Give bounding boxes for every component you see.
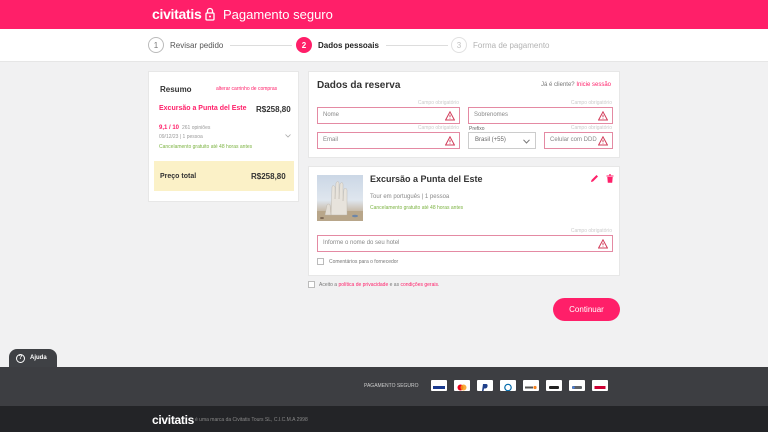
tour-card: Excursão a Punta del Este Tour em portug… <box>308 166 620 276</box>
total-value: R$258,80 <box>251 172 286 181</box>
step-number: 2 <box>296 37 312 53</box>
prefix-value: Brasil (+55) <box>475 137 506 143</box>
required-hint: Campo obrigatório <box>570 100 612 106</box>
step-personal-data: 2 Dados pessoais <box>296 37 379 53</box>
help-button[interactable]: ? Ajuda <box>9 349 57 367</box>
already-client-text: Já é cliente? <box>540 82 575 88</box>
surname-field[interactable]: Campo obrigatório Sobrenomes <box>468 100 613 124</box>
footer-legal-text: é uma marca da Civitatis Tours SL, C.I.C… <box>195 417 308 423</box>
step-review[interactable]: 1 Revisar pedido <box>148 37 223 53</box>
payment-footer: PAGAMENTO SEGURO <box>0 367 768 406</box>
login-prompt: Já é cliente? Inicie sessão <box>541 82 611 88</box>
step-connector <box>230 45 292 46</box>
comments-checkbox[interactable] <box>317 258 324 265</box>
login-link[interactable]: Inicie sessão <box>576 82 611 88</box>
warning-icon <box>598 239 608 249</box>
top-bar: civitatis Pagamento seguro <box>0 0 768 29</box>
step-label: Dados pessoais <box>318 40 379 50</box>
mastercard-icon <box>454 380 470 391</box>
required-hint: Campo obrigatório <box>417 125 459 131</box>
maestro-icon <box>592 380 608 391</box>
accept-terms-checkbox[interactable] <box>308 281 315 288</box>
discover-icon <box>523 380 539 391</box>
payment-methods <box>431 380 608 391</box>
name-placeholder: Nome <box>323 112 340 118</box>
page-title: Pagamento seguro <box>223 7 333 22</box>
booking-data-card: Dados da reserva Já é cliente? Inicie se… <box>308 71 620 158</box>
trash-icon[interactable] <box>606 174 614 183</box>
country-prefix-select[interactable]: Brasil (+55) <box>468 132 536 149</box>
surname-placeholder: Sobrenomes <box>474 112 509 118</box>
change-cart-link[interactable]: alterar carrinho de compras <box>216 86 277 92</box>
summary-date-people: 09/12/23 | 1 pessoa <box>159 134 203 140</box>
tour-title: Excursão a Punta del Este <box>370 174 483 184</box>
warning-icon <box>445 136 455 146</box>
required-hint: Campo obrigatório <box>570 125 612 131</box>
step-label: Revisar pedido <box>170 40 224 50</box>
summary-price: R$258,80 <box>256 105 291 114</box>
warning-icon <box>598 136 608 146</box>
civitatis-logo[interactable]: civitatis <box>152 6 202 22</box>
apple-pay-icon <box>546 380 562 391</box>
summary-tour-name: Excursão a Punta del Este <box>159 105 247 112</box>
hand-sculpture-image <box>317 181 363 221</box>
terms-middle: e as <box>389 282 400 288</box>
question-icon: ? <box>16 353 25 363</box>
summary-cancellation: Cancelamento gratuito até 48 horas antes <box>159 144 253 150</box>
continue-button[interactable]: Continuar <box>553 298 620 321</box>
privacy-policy-link[interactable]: política de privacidade <box>338 282 388 288</box>
general-conditions-link[interactable]: condições gerais <box>400 282 438 288</box>
total-price-box: Preço total R$258,80 <box>154 161 294 191</box>
legal-footer: civitatis é uma marca da Civitatis Tours… <box>0 406 768 432</box>
hotel-placeholder: Informe o nome do seu hotel <box>323 240 400 246</box>
step-connector <box>386 45 448 46</box>
phone-placeholder: Celular com DDD <box>550 137 597 143</box>
required-hint: Campo obrigatório <box>417 100 459 106</box>
step-number: 3 <box>451 37 467 53</box>
accept-terms-label: Aceito a política de privacidade e as co… <box>319 282 439 288</box>
required-hint: Campo obrigatório <box>570 228 612 234</box>
name-field[interactable]: Campo obrigatório Nome <box>317 100 460 124</box>
step-number: 1 <box>148 37 164 53</box>
step-payment: 3 Forma de pagamento <box>451 37 550 53</box>
visa-icon <box>431 380 447 391</box>
terms-prefix: Aceito a <box>319 282 338 288</box>
total-label: Preço total <box>160 173 197 180</box>
warning-icon <box>445 111 455 121</box>
phone-field[interactable]: Campo obrigatório Celular com DDD <box>544 125 613 149</box>
diners-icon <box>500 380 516 391</box>
summary-rating: 9,1 / 10 <box>159 125 180 131</box>
step-label: Forma de pagamento <box>473 40 550 50</box>
chevron-down-icon[interactable] <box>285 134 291 138</box>
tour-cancellation: Cancelamento gratuito até 48 horas antes <box>370 205 464 211</box>
email-placeholder: Email <box>323 137 339 143</box>
secure-payment-label: PAGAMENTO SEGURO <box>364 383 419 389</box>
checkout-steps: 1 Revisar pedido 2 Dados pessoais 3 Form… <box>0 29 768 62</box>
footer-logo[interactable]: civitatis <box>152 413 194 427</box>
help-label: Ajuda <box>30 355 47 361</box>
order-summary: Resumo alterar carrinho de compras Excur… <box>148 71 299 202</box>
email-field[interactable]: Campo obrigatório Email <box>317 125 460 149</box>
summary-opinions[interactable]: 261 opiniões <box>182 125 210 131</box>
pencil-icon[interactable] <box>590 174 599 183</box>
comments-label[interactable]: Comentários para o fornecedor <box>329 259 398 265</box>
google-pay-icon <box>569 380 585 391</box>
chevron-down-icon <box>523 139 530 144</box>
hotel-field[interactable]: Campo obrigatório Informe o nome do seu … <box>317 228 613 252</box>
tour-info: Tour em português | 1 pessoa <box>370 194 450 200</box>
summary-title: Resumo <box>160 85 192 94</box>
tour-thumbnail <box>317 175 363 221</box>
lock-icon <box>205 7 215 21</box>
warning-icon <box>598 111 608 121</box>
terms-suffix: . <box>438 282 440 288</box>
booking-title: Dados da reserva <box>317 80 401 91</box>
paypal-icon <box>477 380 493 391</box>
